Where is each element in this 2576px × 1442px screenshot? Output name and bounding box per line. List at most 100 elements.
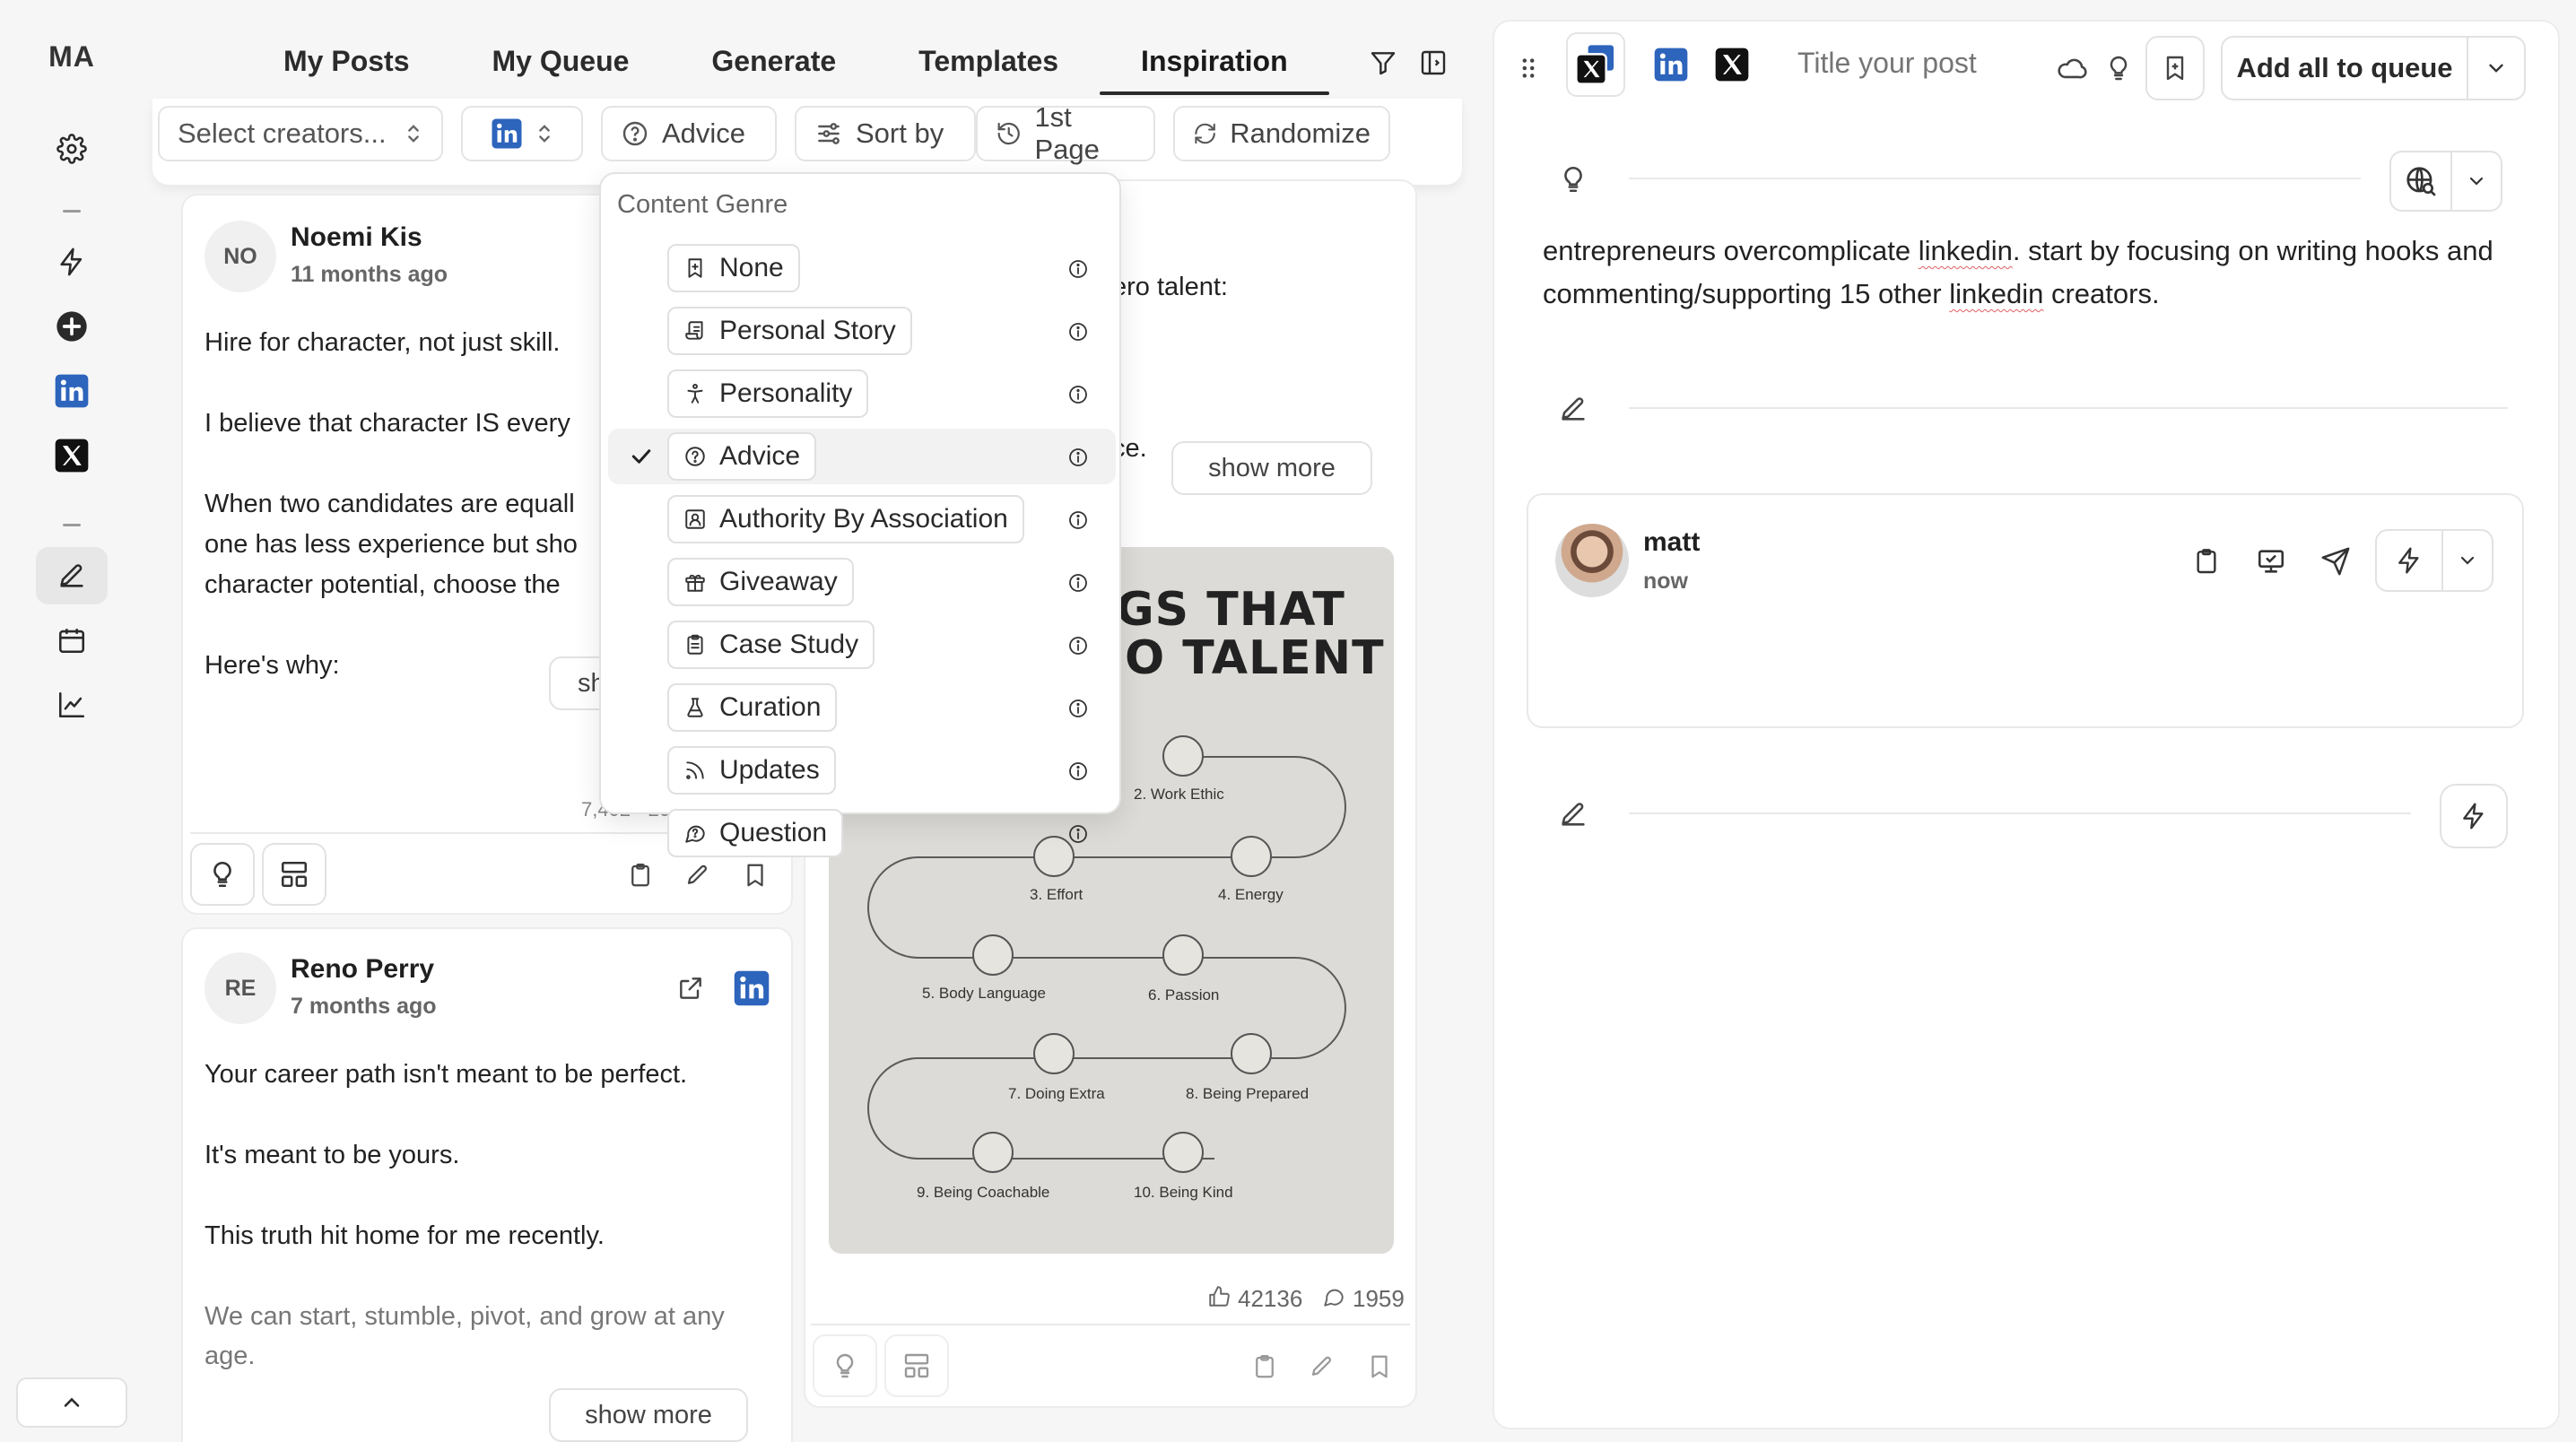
creator-select[interactable]: Select creators... [158,106,443,161]
lightbulb-icon[interactable] [1555,161,1591,197]
external-link-icon[interactable] [673,970,709,1006]
tab-my-queue[interactable]: My Queue [450,32,670,90]
info-icon[interactable] [1067,509,1089,531]
linkedin-icon[interactable] [36,362,108,420]
x-twitter-icon[interactable] [36,427,108,484]
tab-my-posts[interactable]: My Posts [242,32,450,90]
genre-option[interactable]: Personal Story [608,303,1116,359]
post-title-input[interactable] [1797,47,2031,80]
linkedin-icon[interactable] [732,969,771,1008]
randomize-button[interactable]: Randomize [1173,106,1390,161]
chevron-down-icon[interactable] [2467,36,2526,100]
genre-option-chip[interactable]: Curation [667,683,838,732]
template-layout-icon[interactable] [884,1334,949,1397]
author-avatar: RE [205,952,276,1024]
network-both-toggle[interactable] [1566,32,1625,97]
cloud-save-icon[interactable] [2054,50,2090,86]
panel-toggle-icon[interactable] [1414,43,1453,83]
template-layout-icon[interactable] [262,843,326,906]
user-avatar[interactable]: MA [34,27,109,86]
infographic-step: 8. Being Prepared [1186,1085,1310,1102]
genre-option-chip[interactable]: Personal Story [667,307,912,355]
genre-option[interactable]: Advice [608,429,1116,484]
lightning-icon[interactable] [2440,784,2508,848]
bookmark-icon[interactable] [1362,1349,1397,1385]
lightbulb-icon[interactable] [190,843,255,906]
screen-preview-icon[interactable] [2253,543,2289,579]
genre-option[interactable]: Updates [608,743,1116,798]
show-more-button[interactable]: show more [549,1388,748,1442]
genre-option-chip[interactable]: None [667,244,800,292]
info-icon[interactable] [1067,572,1089,594]
genre-option-chip[interactable]: Question [667,809,844,857]
genre-option-chip[interactable]: Advice [667,432,817,481]
tab-generate[interactable]: Generate [670,32,877,90]
send-paper-plane-icon[interactable] [2318,543,2354,579]
clipboard-icon[interactable] [1247,1349,1283,1385]
lightning-icon[interactable] [2375,529,2443,592]
drag-handle-icon[interactable] [1516,50,1541,86]
genre-option[interactable]: Giveaway [608,554,1116,610]
lightbulb-icon[interactable] [2101,50,2137,86]
genre-option[interactable]: Question [608,805,1116,861]
edit-pen-icon[interactable] [1304,1349,1340,1385]
clipboard-icon[interactable] [622,857,658,893]
sort-by-button[interactable]: Sort by [795,106,976,161]
genre-option-chip[interactable]: Giveaway [667,558,854,606]
tab-inspiration[interactable]: Inspiration [1100,32,1329,95]
info-icon[interactable] [1067,635,1089,656]
edit-pen-icon[interactable] [1555,391,1591,427]
genre-option[interactable]: Curation [608,680,1116,735]
first-page-button[interactable]: 1st Page [976,101,1155,165]
genre-option-chip[interactable]: Authority By Association [667,495,1024,543]
collapse-chevron-up-icon[interactable] [16,1377,127,1428]
x-twitter-icon[interactable] [1702,32,1762,97]
info-icon[interactable] [1067,321,1089,343]
clipboard-icon[interactable] [2189,543,2224,579]
infographic-step: 2. Work Ethic [1134,786,1224,803]
clipboard-icon [683,633,707,656]
history-icon [997,122,1020,145]
genre-option[interactable]: None [608,240,1116,296]
genre-option-label: Giveaway [719,567,838,596]
settings-gear-icon[interactable] [36,120,108,178]
post-body-text[interactable]: entrepreneurs overcomplicate linkedin. s… [1543,230,2493,316]
genre-option-chip[interactable]: Case Study [667,621,875,669]
genre-option[interactable]: Case Study [608,617,1116,673]
info-icon[interactable] [1067,447,1089,468]
genre-option-chip[interactable]: Updates [667,746,836,795]
genre-option[interactable]: Authority By Association [608,491,1116,547]
network-select[interactable] [461,106,583,161]
author-name[interactable]: Reno Perry [291,954,434,985]
edit-pen-icon[interactable] [1555,796,1591,832]
lightning-icon[interactable] [36,233,108,291]
lightbulb-icon[interactable] [813,1334,877,1397]
sort-by-label: Sort by [856,117,944,149]
save-draft-bookmark-icon[interactable] [2145,36,2205,100]
filter-funnel-icon[interactable] [1363,43,1403,83]
genre-option-chip[interactable]: Personality [667,369,869,418]
show-more-button[interactable]: show more [1171,441,1372,495]
tab-templates[interactable]: Templates [877,32,1100,90]
add-plus-icon[interactable] [36,298,108,355]
info-icon[interactable] [1067,823,1089,845]
edit-pen-icon[interactable] [680,857,716,893]
info-icon[interactable] [1067,698,1089,719]
analytics-chart-icon[interactable] [36,676,108,734]
info-icon[interactable] [1067,258,1089,280]
compose-pen-icon[interactable] [36,547,108,604]
genre-option[interactable]: Personality [608,366,1116,421]
author-name[interactable]: Noemi Kis [291,222,422,253]
calendar-icon[interactable] [36,612,108,669]
linkedin-icon[interactable] [1641,32,1701,97]
info-icon[interactable] [1067,760,1089,782]
question-circle-icon [622,121,648,146]
chevron-down-icon[interactable] [2450,151,2502,212]
bookmark-icon[interactable] [737,857,773,893]
info-icon[interactable] [1067,384,1089,405]
globe-search-icon[interactable] [2389,151,2452,212]
card-divider [811,1324,1410,1325]
genre-filter-button[interactable]: Advice [601,106,777,161]
chevron-down-icon[interactable] [2441,529,2493,592]
add-all-to-queue-button[interactable]: Add all to queue [2221,36,2468,100]
